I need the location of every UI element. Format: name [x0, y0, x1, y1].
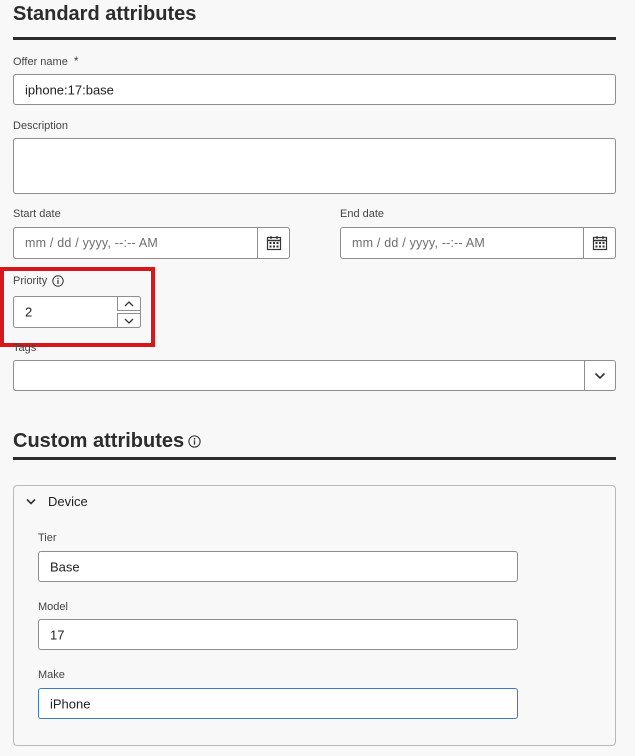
standard-attributes-divider	[13, 37, 616, 40]
chevron-down-icon	[594, 372, 606, 379]
required-mark: *	[73, 54, 79, 68]
make-field[interactable]: iPhone	[38, 688, 518, 719]
priority-label: Priority	[13, 275, 64, 287]
priority-stepper[interactable]: 2	[13, 296, 141, 328]
start-date-field[interactable]: mm / dd / yyyy, --:-- AM	[13, 227, 290, 259]
standard-attributes-heading: Standard attributes	[13, 3, 197, 25]
chevron-down-icon	[26, 498, 36, 505]
tags-field[interactable]	[13, 360, 616, 391]
end-date-field[interactable]: mm / dd / yyyy, --:-- AM	[340, 227, 616, 259]
tags-dropdown-button[interactable]	[584, 361, 615, 390]
calendar-icon[interactable]	[583, 228, 615, 258]
make-value: iPhone	[50, 696, 91, 711]
device-accordion-header[interactable]: Device	[26, 494, 88, 509]
model-value: 17	[50, 627, 65, 642]
tier-field[interactable]: Base	[38, 551, 518, 582]
end-date-placeholder: mm / dd / yyyy, --:-- AM	[352, 236, 486, 250]
end-date-label: End date	[340, 208, 385, 220]
info-icon[interactable]	[188, 435, 201, 448]
custom-attributes-divider	[13, 457, 616, 460]
description-field[interactable]	[13, 138, 616, 194]
make-label: Make	[38, 669, 65, 681]
model-field[interactable]: 17	[38, 619, 518, 650]
chevron-down-icon	[124, 318, 134, 324]
chevron-up-icon	[124, 300, 134, 306]
custom-attributes-heading: Custom attributes	[13, 430, 185, 452]
calendar-icon[interactable]	[257, 228, 289, 258]
model-label: Model	[38, 601, 68, 613]
offer-name-value: iphone:17:base	[25, 82, 114, 97]
offer-name-field[interactable]: iphone:17:base	[13, 74, 616, 105]
custom-attributes-header: Custom attributes	[13, 430, 201, 453]
start-date-label: Start date	[13, 208, 61, 220]
increment-button[interactable]	[117, 296, 141, 311]
tier-value: Base	[50, 559, 80, 574]
description-label: Description	[13, 120, 69, 132]
tier-label: Tier	[38, 532, 57, 544]
info-icon[interactable]	[52, 275, 64, 287]
priority-value: 2	[25, 304, 33, 320]
start-date-placeholder: mm / dd / yyyy, --:-- AM	[25, 236, 159, 250]
tags-label: Tags	[13, 342, 37, 354]
offer-name-label: Offer name *	[13, 54, 79, 68]
decrement-button[interactable]	[117, 313, 141, 328]
device-accordion-label: Device	[48, 494, 88, 509]
